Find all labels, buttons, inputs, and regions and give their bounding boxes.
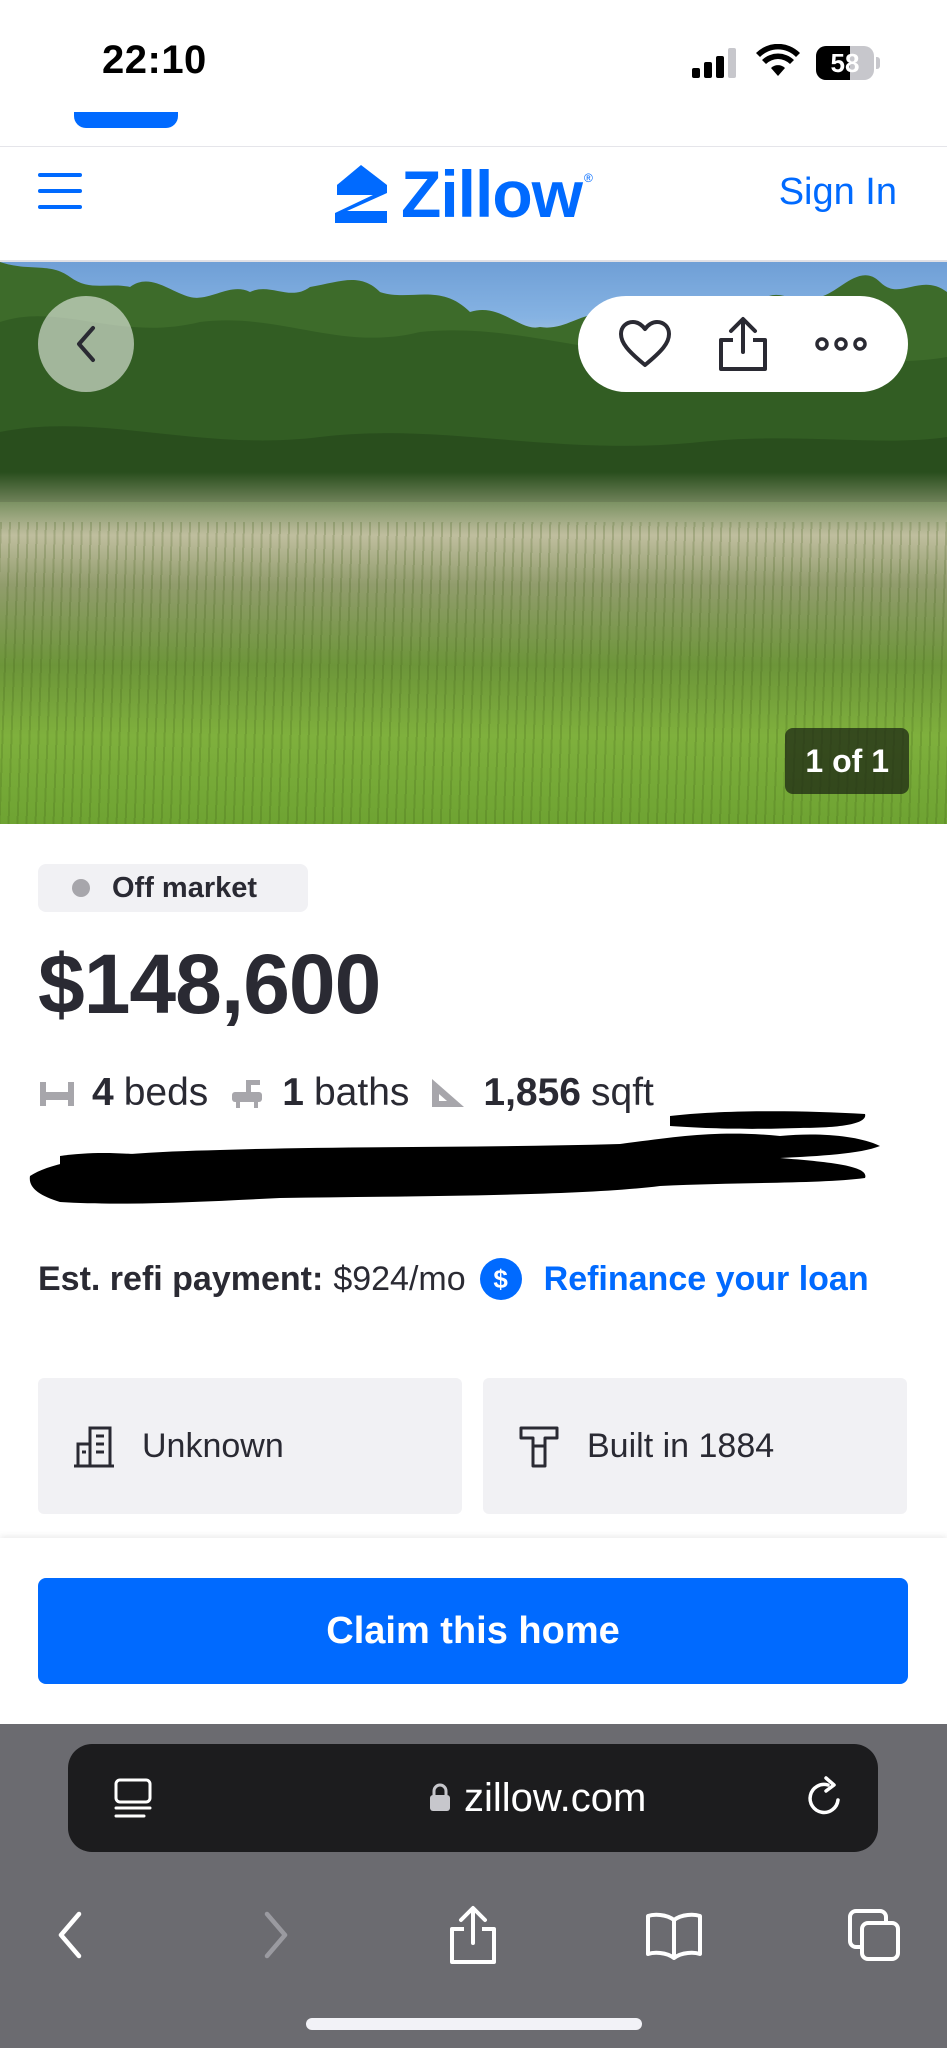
redacted-address bbox=[29, 1111, 881, 1204]
refi-value: $924/mo bbox=[333, 1259, 466, 1298]
status-text: Off market bbox=[112, 871, 258, 904]
battery-icon: 58 bbox=[816, 46, 880, 80]
refi-row: Est. refi payment: $924/mo $ Refinance y… bbox=[38, 1252, 869, 1306]
share-button[interactable] bbox=[713, 314, 773, 374]
share-icon bbox=[719, 317, 767, 371]
reader-icon[interactable] bbox=[108, 1774, 158, 1824]
address-bar[interactable]: zillow.com bbox=[68, 1744, 878, 1852]
registered-mark: ® bbox=[583, 171, 593, 185]
fact-card-text: Built in 1884 bbox=[587, 1426, 775, 1465]
more-button[interactable] bbox=[811, 314, 871, 374]
heart-icon bbox=[619, 320, 671, 367]
hamburger-menu-icon[interactable] bbox=[38, 171, 84, 211]
fact-card-year-built: Built in 1884 bbox=[483, 1378, 907, 1514]
fact-card-text: Unknown bbox=[142, 1426, 284, 1465]
reload-icon[interactable] bbox=[800, 1774, 848, 1822]
chevron-right-icon bbox=[264, 1911, 288, 1959]
listing-photo[interactable]: 1 of 1 bbox=[0, 262, 947, 824]
refinance-link[interactable]: Refinance your loan bbox=[544, 1260, 869, 1299]
site-header: Zillow ® Sign In bbox=[0, 146, 947, 262]
book-icon bbox=[646, 1912, 702, 1960]
url-text: zillow.com bbox=[464, 1775, 647, 1820]
browser-back-button[interactable] bbox=[30, 1900, 110, 1970]
status-dot bbox=[72, 879, 90, 897]
logo-text: Zillow bbox=[401, 157, 583, 231]
photo-counter: 1 of 1 bbox=[785, 728, 909, 794]
hammer-icon bbox=[519, 1426, 559, 1468]
zillow-logo[interactable]: Zillow ® bbox=[333, 157, 593, 231]
dollar-icon: $ bbox=[479, 1258, 522, 1300]
claim-home-button[interactable]: Claim this home bbox=[38, 1578, 908, 1684]
more-icon bbox=[815, 337, 867, 351]
photo-actions bbox=[578, 296, 908, 392]
zillow-logo-icon bbox=[335, 165, 387, 223]
ruler-icon bbox=[432, 1079, 465, 1107]
building-icon bbox=[74, 1426, 114, 1468]
tabs-icon bbox=[848, 1909, 900, 1961]
bed-icon bbox=[40, 1082, 74, 1106]
status-badge: Off market bbox=[38, 864, 308, 912]
sign-in-link[interactable]: Sign In bbox=[779, 171, 897, 214]
chevron-left-icon bbox=[58, 1911, 82, 1959]
bath-icon bbox=[232, 1080, 263, 1108]
browser-forward-button[interactable] bbox=[236, 1900, 316, 1970]
browser-nav bbox=[0, 1880, 947, 2000]
wifi-icon bbox=[756, 44, 800, 76]
listing-price: $148,600 bbox=[38, 937, 381, 1031]
lock-icon bbox=[430, 1783, 450, 1811]
cta-bar: Claim this home bbox=[0, 1538, 947, 1724]
share-icon bbox=[450, 1906, 496, 1964]
chevron-left-icon bbox=[77, 326, 95, 362]
browser-toolbar: zillow.com bbox=[0, 1724, 947, 2048]
browser-share-button[interactable] bbox=[433, 1900, 513, 1970]
fact-card-type: Unknown bbox=[38, 1378, 462, 1514]
bookmarks-button[interactable] bbox=[634, 1900, 714, 1970]
signal-icon bbox=[692, 48, 740, 78]
home-indicator bbox=[306, 2018, 642, 2030]
back-button[interactable] bbox=[38, 296, 134, 392]
status-time: 22:10 bbox=[102, 38, 207, 82]
tab-indicator bbox=[74, 112, 178, 128]
battery-percent: 58 bbox=[830, 48, 860, 78]
status-bar: 22:10 58 bbox=[0, 0, 947, 146]
refi-label: Est. refi payment: bbox=[38, 1259, 324, 1298]
tabs-button[interactable] bbox=[834, 1900, 914, 1970]
url-display[interactable]: zillow.com bbox=[428, 1772, 646, 1824]
save-button[interactable] bbox=[615, 314, 675, 374]
